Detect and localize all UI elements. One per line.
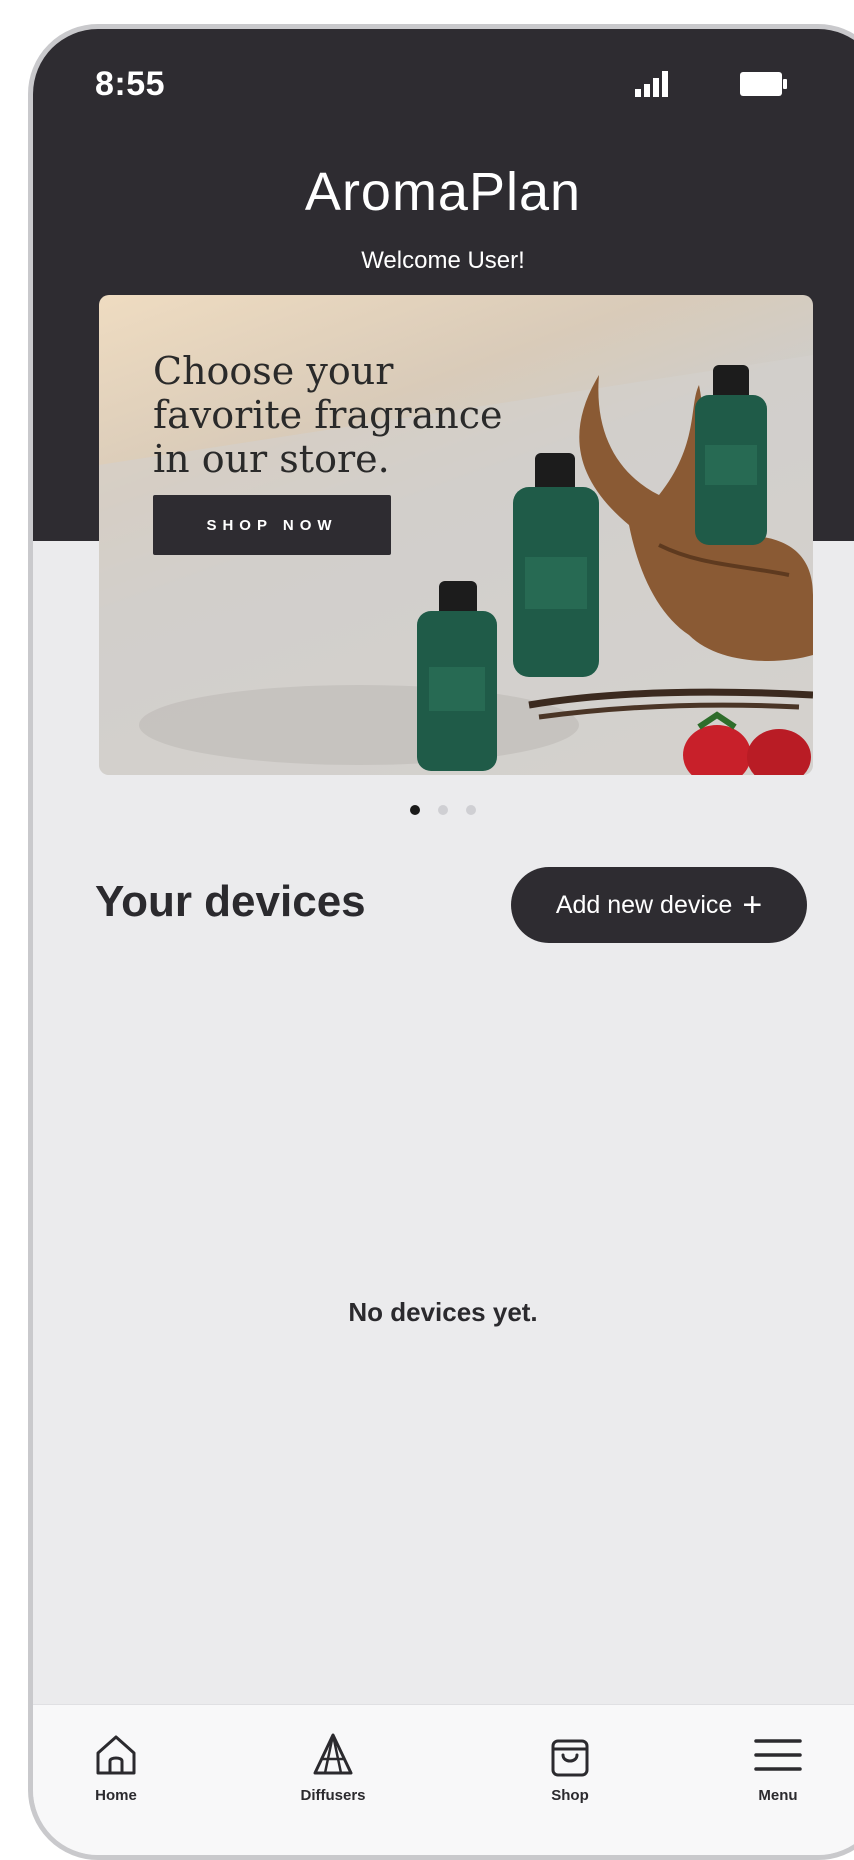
add-new-device-button[interactable]: Add new device + bbox=[511, 867, 807, 943]
banner-headline-line: Choose your bbox=[153, 349, 394, 393]
nav-label-shop: Shop bbox=[551, 1787, 589, 1804]
nav-item-diffusers[interactable]: Diffusers bbox=[278, 1729, 388, 1804]
shop-now-button[interactable]: SHOP NOW bbox=[153, 495, 391, 555]
nav-label-menu: Menu bbox=[758, 1787, 798, 1804]
empty-devices-message: No devices yet. bbox=[348, 1297, 538, 1327]
welcome-message: Welcome User! bbox=[361, 247, 525, 274]
add-device-label: Add new device bbox=[555, 890, 733, 919]
banner-headline: Choose your favorite fragrance in our st… bbox=[153, 349, 533, 481]
nav-item-home[interactable]: Home bbox=[61, 1729, 171, 1804]
app-title: AromaPlan bbox=[304, 162, 582, 222]
phone-frame: 8:55 AromaPlan Welcome User! Choose your… bbox=[28, 24, 854, 1860]
carousel-dot-active[interactable] bbox=[410, 805, 420, 815]
banner-headline-line: in our store. bbox=[153, 437, 390, 481]
status-time: 8:55 bbox=[95, 65, 166, 103]
promo-banner[interactable]: Choose your favorite fragrance in our st… bbox=[99, 295, 813, 775]
nav-item-shop[interactable]: Shop bbox=[515, 1729, 625, 1804]
home-icon bbox=[96, 1735, 136, 1775]
bottom-navigation: Home Diffusers Shop Menu bbox=[33, 1704, 854, 1855]
devices-section-title: Your devices bbox=[95, 877, 366, 926]
nav-label-home: Home bbox=[95, 1787, 137, 1804]
diffuser-icon bbox=[313, 1733, 353, 1775]
status-bar: 8:55 bbox=[33, 29, 854, 139]
hamburger-menu-icon bbox=[754, 1739, 802, 1771]
battery-icon bbox=[740, 72, 787, 96]
nav-label-diffusers: Diffusers bbox=[300, 1787, 366, 1804]
carousel-dot[interactable] bbox=[438, 805, 448, 815]
signal-icon bbox=[635, 71, 668, 97]
plus-icon: + bbox=[742, 886, 763, 924]
carousel-indicator[interactable] bbox=[33, 805, 853, 815]
nav-item-menu[interactable]: Menu bbox=[723, 1729, 833, 1804]
banner-headline-line: favorite fragrance bbox=[153, 393, 503, 437]
carousel-dot[interactable] bbox=[466, 805, 476, 815]
shopping-bag-icon bbox=[551, 1739, 589, 1777]
